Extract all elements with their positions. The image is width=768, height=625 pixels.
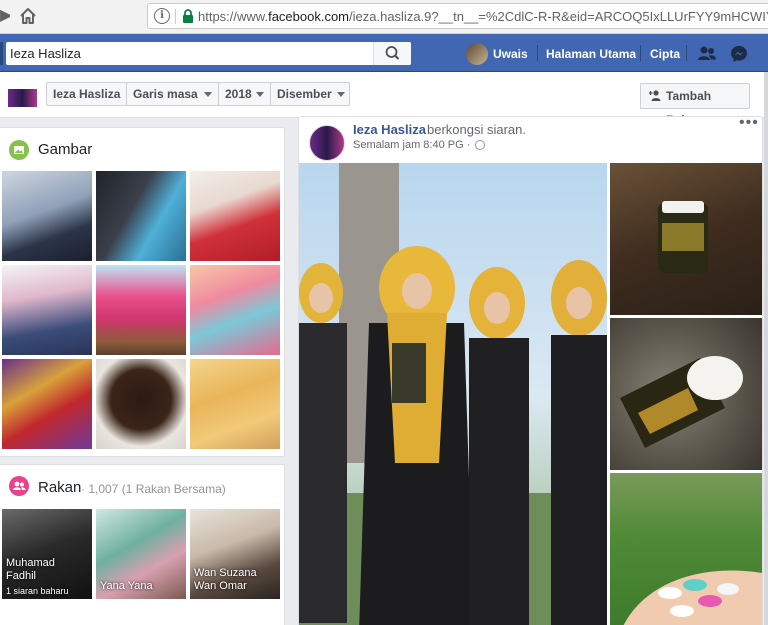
facebook-header: Uwais Halaman Utama Cipta <box>0 34 768 72</box>
search-button[interactable] <box>373 42 411 65</box>
friend-tile[interactable]: Muhamad Fadhil 1 siaran baharu <box>2 509 92 599</box>
url-prefix: https://www. <box>198 9 269 24</box>
address-divider <box>175 9 176 24</box>
friends-card: Rakan · 1,007 (1 Rakan Bersama) Muhamad … <box>0 464 285 625</box>
timeline-navigator: Ieza Hasliza Garis masa 2018 Disember <box>46 82 350 106</box>
add-friend-button[interactable]: Tambah Rakan <box>640 83 750 127</box>
messenger-icon[interactable] <box>728 43 750 65</box>
timeline-year-select[interactable]: 2018 <box>219 83 271 105</box>
nav-divider <box>537 45 538 61</box>
search-icon <box>385 46 400 60</box>
friend-name: Muhamad Fadhil <box>6 557 55 582</box>
post-photo-jar[interactable] <box>610 318 762 470</box>
post-timestamp[interactable]: Semalam jam 8:40 PG · <box>353 139 470 151</box>
group-photo-illustration <box>299 163 607 625</box>
post-avatar[interactable] <box>309 125 345 161</box>
photos-icon <box>9 140 29 160</box>
open-jar-illustration <box>620 356 743 448</box>
friend-tile[interactable]: Wan Suzana Wan Omar <box>190 509 280 599</box>
friends-card-icon <box>9 476 29 496</box>
post-photo-pills[interactable] <box>610 473 762 625</box>
url-domain: facebook.com <box>268 9 350 24</box>
home-icon[interactable] <box>18 6 38 26</box>
url-text: https://www.facebook.com/ieza.hasliza.9?… <box>198 9 768 24</box>
scrollbar[interactable] <box>764 72 768 625</box>
friend-name: Wan Suzana Wan Omar <box>194 567 257 592</box>
search-box <box>6 42 411 65</box>
post-photo-tree[interactable] <box>610 163 762 315</box>
back-arrow-icon[interactable]: ▶ <box>0 6 10 26</box>
hand-pills-illustration <box>623 570 762 625</box>
post-action-text: berkongsi siaran. <box>427 122 526 137</box>
photo-thumbnail[interactable] <box>96 171 186 261</box>
friends-icon[interactable] <box>696 43 718 65</box>
globe-icon <box>475 140 485 150</box>
timeline-profile-name-label: Ieza Hasliza <box>53 87 121 101</box>
home-link[interactable]: Halaman Utama <box>546 47 636 61</box>
friends-count: · 1,007 (1 Rakan Bersama) <box>81 482 226 496</box>
friends-card-title[interactable]: Rakan <box>38 479 81 496</box>
nav-divider <box>640 45 641 61</box>
browser-toolbar: ▶ i https://www.facebook.com/ieza.hasliz… <box>0 0 768 34</box>
profile-name: Uwais <box>493 47 528 61</box>
chevron-down-icon <box>204 92 212 97</box>
friend-meta: 1 siaran baharu <box>6 586 69 596</box>
photo-thumbnail[interactable] <box>190 359 280 449</box>
photos-card: Gambar <box>0 127 285 457</box>
post-options-button[interactable]: ••• <box>739 117 759 132</box>
avatar <box>466 43 488 65</box>
timeline-month-select[interactable]: Disember <box>271 83 351 105</box>
timeline-section-label: Garis masa <box>133 87 198 101</box>
info-icon[interactable]: i <box>154 8 170 24</box>
lock-icon <box>183 9 193 23</box>
url-path: /ieza.hasliza.9?__tn__=%2CdlC-R-R&eid=AR… <box>349 9 768 24</box>
photo-thumbnail[interactable] <box>190 265 280 355</box>
photo-thumbnail[interactable] <box>96 359 186 449</box>
address-bar[interactable]: i https://www.facebook.com/ieza.hasliza.… <box>147 3 768 29</box>
friend-name: Yana Yana <box>100 580 153 592</box>
photo-thumbnail[interactable] <box>96 265 186 355</box>
photo-thumbnail[interactable] <box>2 265 92 355</box>
timeline-month-label: Disember <box>277 87 332 101</box>
timeline-profile-name[interactable]: Ieza Hasliza <box>47 83 127 105</box>
post-main-photo[interactable] <box>299 163 607 625</box>
post-card: Ieza Hasliza berkongsi siaran. Semalam j… <box>298 116 763 625</box>
friend-tile[interactable]: Yana Yana <box>96 509 186 599</box>
photos-card-title[interactable]: Gambar <box>38 141 92 158</box>
search-input[interactable] <box>6 42 376 65</box>
photo-thumbnail[interactable] <box>2 359 92 449</box>
profile-thumbnail[interactable] <box>8 89 37 107</box>
chevron-down-icon <box>256 92 264 97</box>
photo-thumbnail[interactable] <box>2 171 92 261</box>
chevron-down-icon <box>337 92 345 97</box>
photo-thumbnail[interactable] <box>190 171 280 261</box>
timeline-section-select[interactable]: Garis masa <box>127 83 219 105</box>
product-jar-illustration <box>658 201 708 273</box>
post-author[interactable]: Ieza Hasliza <box>353 122 426 137</box>
nav-divider <box>686 45 687 61</box>
timeline-year-label: 2018 <box>225 87 252 101</box>
header-edge <box>0 42 3 65</box>
add-friend-icon <box>649 90 661 101</box>
create-link[interactable]: Cipta <box>650 47 680 61</box>
